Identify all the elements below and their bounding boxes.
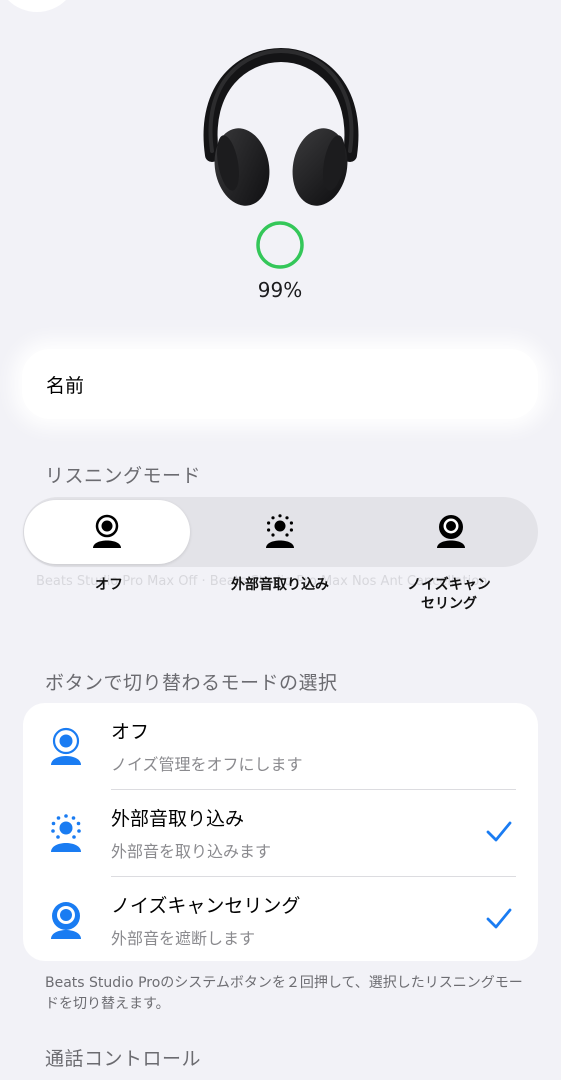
- checkmark-icon: [486, 821, 512, 842]
- list-item-title: 外部音取り込み: [111, 808, 245, 830]
- list-item-transparency[interactable]: 外部音取り込み 外部音を取り込みます: [23, 790, 538, 876]
- list-item-title: ノイズキャンセリング: [111, 895, 301, 917]
- segment-noise-cancellation[interactable]: [368, 497, 536, 567]
- button-modes-list: オフ ノイズ管理をオフにします 外部音取り込み 外部音を取り込みます ノイズキャ…: [23, 703, 538, 961]
- noise-cancel-person-icon: [51, 902, 81, 939]
- list-item-off[interactable]: オフ ノイズ管理をオフにします: [23, 703, 538, 789]
- battery-percentage: 99%: [257, 278, 303, 302]
- transparency-person-icon: [51, 814, 81, 852]
- segment-label-off: オフ: [95, 577, 123, 593]
- person-icon: [51, 727, 81, 765]
- segment-label-noise-cancellation: ノイズキャン セリング: [407, 577, 491, 612]
- call-controls-title: 通話コントロール: [45, 1048, 202, 1070]
- list-item-noise-cancellation[interactable]: ノイズキャンセリング 外部音を遮断します: [23, 877, 538, 963]
- name-label: 名前: [46, 375, 85, 397]
- segment-off[interactable]: [24, 497, 190, 567]
- headphones-image: [203, 47, 359, 206]
- person-icon: [93, 514, 121, 548]
- list-item-subtitle: 外部音を取り込みます: [111, 842, 272, 861]
- list-item-title: オフ: [111, 721, 150, 743]
- checkmark-icon: [486, 908, 512, 929]
- noise-cancel-person-icon: [437, 515, 465, 548]
- button-modes-title: ボタンで切り替わるモードの選択: [45, 672, 338, 694]
- name-row[interactable]: 名前: [22, 349, 538, 419]
- transparency-person-icon: [266, 514, 294, 548]
- listening-mode-title: リスニングモード: [45, 465, 202, 487]
- battery-ring-icon: [256, 221, 304, 269]
- button-modes-footnote: Beats Studio Proのシステムボタンを２回押して、選択したリスニング…: [45, 975, 523, 1012]
- segment-transparency[interactable]: [195, 497, 365, 567]
- segment-label-transparency: 外部音取り込み: [231, 577, 329, 593]
- list-item-subtitle: 外部音を遮断します: [111, 929, 256, 948]
- list-item-subtitle: ノイズ管理をオフにします: [111, 755, 303, 774]
- back-button[interactable]: [0, 0, 78, 12]
- listening-mode-control: [23, 497, 538, 567]
